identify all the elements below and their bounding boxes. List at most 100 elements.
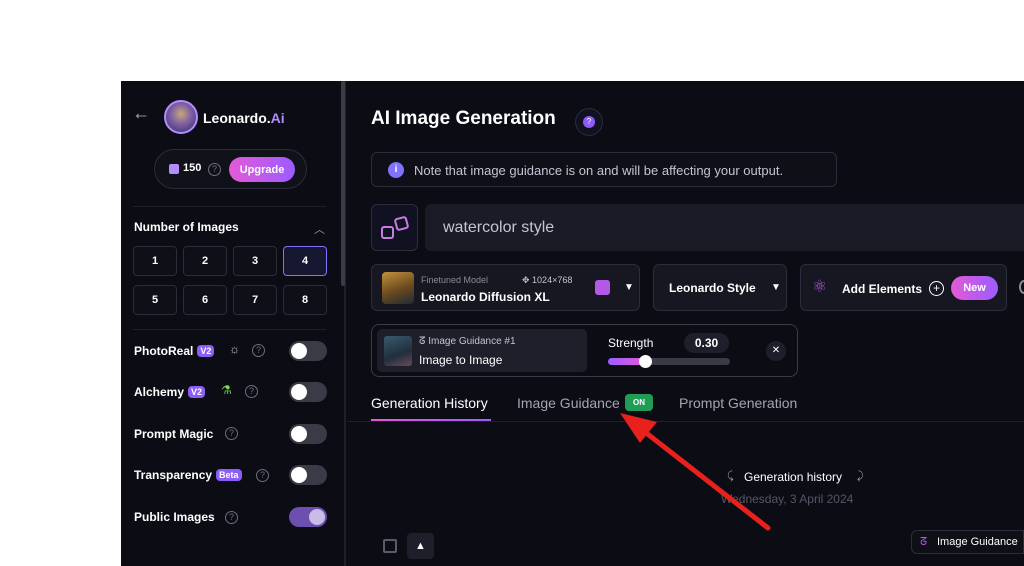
alchemy-toggle[interactable] [289, 382, 327, 402]
chip-label: Image Guidance [937, 536, 1018, 548]
plus-circle-icon[interactable]: + [929, 281, 944, 296]
guidance-caption: ᘔ Image Guidance #1 [419, 336, 516, 347]
num-images-option[interactable]: 8 [283, 285, 327, 315]
version-badge: V2 [188, 386, 206, 398]
tab-image-guidance[interactable]: Image Guidance [517, 395, 620, 411]
num-images-option[interactable]: 3 [233, 246, 277, 276]
public-images-toggle[interactable] [289, 507, 327, 527]
transparency-toggle[interactable] [289, 465, 327, 485]
style-selector[interactable]: Leonardo Style ▼ [653, 264, 787, 311]
brand-suffix: Ai [270, 110, 285, 126]
number-of-images-title: Number of Images [134, 220, 239, 234]
toggle-knob [291, 343, 307, 359]
divider [133, 329, 326, 330]
sidebar: ⭠ Leonardo.Ai 150 ? Upgrade Number of Im… [121, 81, 346, 566]
num-images-option[interactable]: 2 [183, 246, 227, 276]
num-images-option[interactable]: 6 [183, 285, 227, 315]
dims-text: 1024×768 [532, 275, 573, 285]
caret-down-icon: ▼ [771, 282, 781, 293]
strength-slider[interactable] [608, 355, 730, 368]
model-selector[interactable]: Finetuned Model ✥ 1024×768 Leonardo Diff… [371, 264, 640, 311]
bracket-right-icon: ⤸ [857, 470, 864, 482]
atom-icon: ⚛ [812, 277, 828, 296]
photoreal-label: PhotoReal V2 [134, 344, 215, 358]
toggle-knob [291, 467, 307, 483]
guidance-name: Image to Image [419, 353, 503, 367]
bracket-left-icon: ⤹ [727, 470, 734, 482]
image-guidance-box: ᘔ Image Guidance #1 Image to Image Stren… [371, 324, 798, 377]
question-icon: ? [583, 116, 595, 128]
toggle-knob [291, 384, 307, 400]
info-icon: i [388, 162, 404, 178]
credit-count: 150 [183, 162, 202, 174]
potion-icon: ⚗ [221, 383, 232, 397]
num-images-option-selected[interactable]: 4 [283, 246, 327, 276]
random-prompt-button[interactable] [371, 204, 418, 251]
avatar[interactable] [164, 100, 198, 134]
alchemy-label: Alchemy V2 [134, 385, 206, 399]
toggle-knob [309, 509, 325, 525]
help-icon[interactable]: ? [252, 344, 265, 357]
history-title: Generation history [744, 470, 843, 484]
brand-logo: Leonardo.Ai [203, 110, 285, 126]
style-label: Leonardo Style [669, 281, 756, 295]
chevron-up-icon[interactable]: ︿ [314, 221, 325, 237]
prompt-input[interactable] [425, 204, 1024, 251]
new-badge-button[interactable]: New [951, 276, 998, 300]
add-elements-card[interactable]: ⚛ Add Elements + New [800, 264, 1007, 311]
page-title: AI Image Generation [371, 108, 556, 129]
strength-label: Strength [608, 336, 654, 350]
alchemy-text: Alchemy [134, 385, 185, 399]
dice-icon [393, 215, 410, 232]
help-icon[interactable]: ? [245, 385, 258, 398]
tab-generation-history[interactable]: Generation History [371, 395, 488, 411]
collapse-sidebar-icon[interactable]: ⭠ [135, 107, 147, 124]
scroll-up-button[interactable]: ▲ [407, 533, 434, 559]
tab-prompt-generation[interactable]: Prompt Generation [679, 395, 797, 411]
prompt-magic-label: Prompt Magic [134, 427, 214, 441]
toggle-knob [291, 426, 307, 442]
copy-icon[interactable] [383, 539, 397, 553]
prompt-magic-toggle[interactable] [289, 424, 327, 444]
help-icon[interactable]: ? [225, 427, 238, 440]
public-images-label: Public Images [134, 510, 215, 524]
guidance-notice: i Note that image guidance is on and wil… [371, 152, 837, 187]
num-images-option[interactable]: 7 [233, 285, 277, 315]
model-name: Leonardo Diffusion XL [421, 290, 550, 304]
credits-pill: 150 ? Upgrade [154, 149, 307, 189]
partial-icon [1019, 280, 1024, 294]
help-icon[interactable]: ? [256, 469, 269, 482]
notes-icon[interactable] [595, 280, 610, 295]
num-images-option[interactable]: 1 [133, 246, 177, 276]
transparency-label: Transparency Beta [134, 468, 242, 482]
photoreal-text: PhotoReal [134, 344, 194, 358]
help-icon[interactable]: ? [208, 163, 221, 176]
model-caption: Finetuned Model [421, 275, 489, 285]
close-icon[interactable]: ✕ [766, 341, 786, 361]
guidance-caption-text: Image Guidance #1 [428, 336, 516, 347]
dice-icon [381, 226, 394, 239]
help-button[interactable]: ? [575, 108, 603, 136]
divider [133, 206, 326, 207]
photoreal-toggle[interactable] [289, 341, 327, 361]
model-dims: ✥ 1024×768 [522, 275, 573, 285]
history-date: Wednesday, 3 April 2024 [721, 492, 854, 506]
num-images-option[interactable]: 5 [133, 285, 177, 315]
image-guidance-chip[interactable]: ᘔ Image Guidance [911, 530, 1024, 554]
guidance-thumbnail [384, 336, 412, 366]
help-icon[interactable]: ? [225, 511, 238, 524]
token-icon [169, 164, 179, 174]
upgrade-button[interactable]: Upgrade [229, 157, 295, 182]
sidebar-scrollbar[interactable] [341, 81, 345, 286]
strength-value[interactable]: 0.30 [684, 333, 729, 353]
slider-knob[interactable] [638, 355, 652, 368]
beta-badge: Beta [216, 469, 242, 481]
add-elements-label: Add Elements [842, 282, 923, 296]
on-badge: ON [625, 394, 653, 411]
model-thumbnail [382, 272, 414, 304]
guidance-item[interactable]: ᘔ Image Guidance #1 Image to Image [377, 329, 587, 372]
version-badge: V2 [197, 345, 215, 357]
notice-text: Note that image guidance is on and will … [414, 163, 784, 178]
guidance-icon: ᘔ [920, 536, 928, 548]
caret-down-icon[interactable]: ▼ [624, 282, 634, 293]
